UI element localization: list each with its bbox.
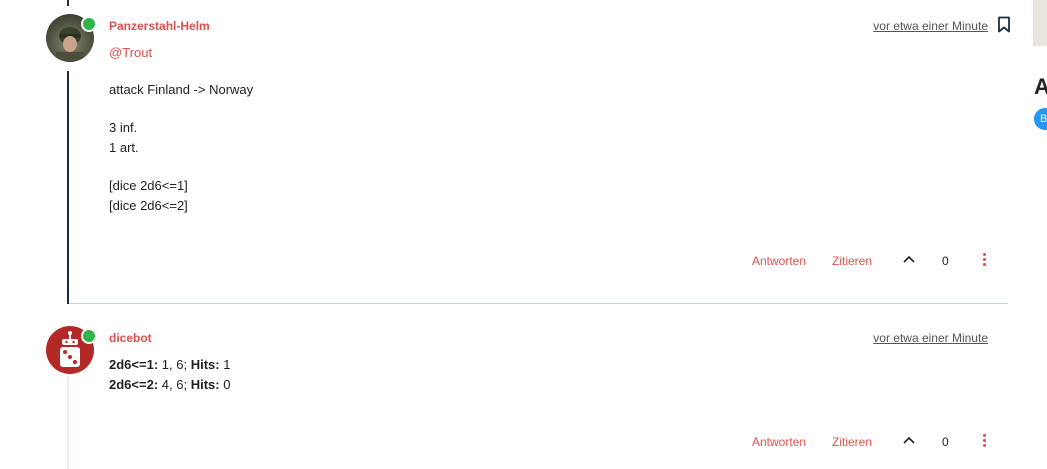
- thread-line: [67, 0, 69, 6]
- hits-value: 1: [219, 357, 231, 372]
- timestamp[interactable]: vor etwa einer Minute: [873, 19, 988, 33]
- post-text-line: 3 inf.: [109, 120, 138, 135]
- username[interactable]: Panzerstahl-Helm: [109, 19, 210, 33]
- bookmark-icon[interactable]: [997, 16, 1011, 38]
- vertical-dots-icon[interactable]: [983, 253, 987, 268]
- dice-result-line: 2d6<=1: 1, 6; Hits: 1: [109, 357, 230, 372]
- post-text-line: [dice 2d6<=2]: [109, 198, 188, 213]
- dice-rolls: 4, 6;: [158, 377, 191, 392]
- sidebar-heading: A: [1034, 74, 1047, 99]
- chevron-up-icon[interactable]: [902, 252, 916, 266]
- thread-line: [67, 375, 69, 469]
- post-divider: [69, 303, 1008, 304]
- post-text-line: 1 art.: [109, 140, 139, 155]
- username[interactable]: dicebot: [109, 331, 152, 345]
- mention-link[interactable]: @Trout: [109, 45, 152, 60]
- reply-button[interactable]: Antworten: [752, 435, 806, 449]
- dice-rolls: 1, 6;: [158, 357, 191, 372]
- reply-button[interactable]: Antworten: [752, 254, 806, 268]
- sidebar-image: [1033, 0, 1047, 46]
- quote-button[interactable]: Zitieren: [832, 435, 872, 449]
- sidebar-badge[interactable]: B: [1034, 108, 1047, 130]
- hits-label: Hits:: [190, 357, 220, 372]
- quote-button[interactable]: Zitieren: [832, 254, 872, 268]
- chevron-up-icon[interactable]: [902, 433, 916, 447]
- online-status-dot: [81, 328, 97, 344]
- post-thread-indicator: [67, 71, 69, 304]
- vertical-dots-icon[interactable]: [983, 434, 987, 449]
- post-text-line: [dice 2d6<=1]: [109, 178, 188, 193]
- hits-label: Hits:: [190, 377, 220, 392]
- vote-count: 0: [942, 254, 949, 268]
- timestamp[interactable]: vor etwa einer Minute: [873, 331, 988, 345]
- vote-count: 0: [942, 435, 949, 449]
- dice-result-line: 2d6<=2: 4, 6; Hits: 0: [109, 377, 230, 392]
- hits-value: 0: [219, 377, 231, 392]
- online-status-dot: [81, 16, 97, 32]
- post-text-line: attack Finland -> Norway: [109, 82, 254, 97]
- dice-expression: 2d6<=2:: [109, 377, 159, 392]
- dice-expression: 2d6<=1:: [109, 357, 159, 372]
